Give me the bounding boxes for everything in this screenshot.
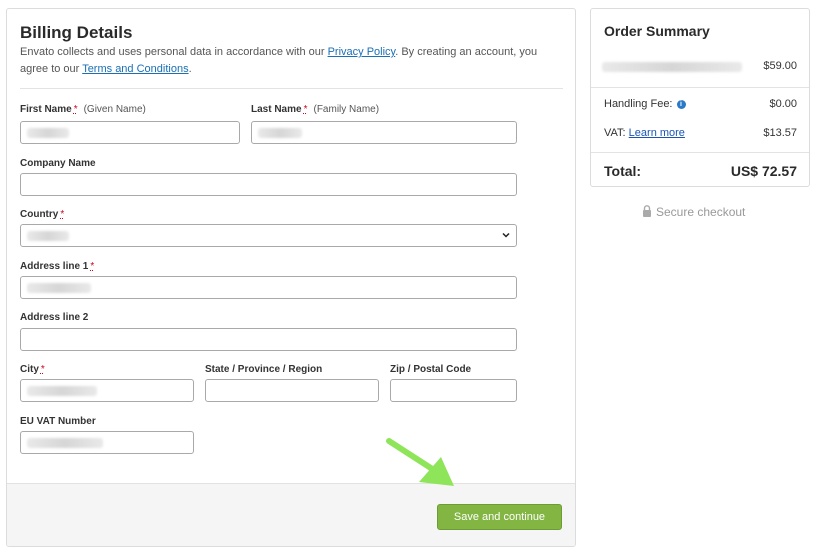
form-footer: Save and continue bbox=[7, 483, 575, 546]
billing-details-panel: Billing Details Envato collects and uses… bbox=[6, 8, 576, 547]
arrow-pointer-icon bbox=[386, 438, 454, 486]
divider bbox=[591, 152, 809, 153]
required-marker: * bbox=[303, 104, 308, 115]
zip-label: Zip / Postal Code bbox=[390, 364, 471, 375]
vat-label: VAT: bbox=[604, 127, 626, 139]
address-line-2-label-text: Address line 2 bbox=[20, 312, 89, 323]
handling-fee-label: Handling Fee: bbox=[604, 98, 673, 110]
secure-checkout-label: Secure checkout bbox=[656, 205, 746, 219]
save-and-continue-button[interactable]: Save and continue bbox=[437, 504, 562, 530]
vat-row: VAT: Learn more $13.57 bbox=[604, 127, 797, 139]
city-label: City * bbox=[20, 364, 45, 375]
privacy-notice: Envato collects and uses personal data i… bbox=[20, 44, 565, 78]
last-name-hint: (Family Name) bbox=[313, 104, 380, 115]
company-name-label: Company Name bbox=[20, 158, 96, 169]
secure-checkout-note: Secure checkout bbox=[642, 205, 745, 219]
redacted-item-name bbox=[602, 62, 742, 72]
info-icon[interactable]: i bbox=[676, 100, 686, 109]
required-marker: * bbox=[60, 209, 65, 220]
billing-title: Billing Details bbox=[20, 23, 133, 42]
divider bbox=[20, 88, 563, 89]
first-name-hint: (Given Name) bbox=[83, 104, 146, 115]
total-row: Total: US$ 72.57 bbox=[604, 163, 797, 179]
order-summary-title: Order Summary bbox=[604, 23, 710, 39]
redacted-value bbox=[258, 128, 302, 138]
item-price: $59.00 bbox=[763, 60, 797, 72]
total-value: US$ 72.57 bbox=[730, 163, 797, 179]
privacy-policy-link[interactable]: Privacy Policy bbox=[328, 46, 396, 58]
eu-vat-input[interactable] bbox=[20, 431, 194, 454]
state-label-text: State / Province / Region bbox=[205, 364, 323, 375]
address-line-2-input[interactable] bbox=[20, 328, 517, 351]
first-name-input[interactable] bbox=[20, 121, 240, 144]
last-name-input[interactable] bbox=[251, 121, 517, 144]
eu-vat-label: EU VAT Number bbox=[20, 416, 96, 427]
handling-fee-value: $0.00 bbox=[769, 98, 797, 110]
address-line-2-label: Address line 2 bbox=[20, 312, 88, 323]
state-label: State / Province / Region bbox=[205, 364, 322, 375]
zip-input[interactable] bbox=[390, 379, 517, 402]
redacted-value bbox=[27, 283, 91, 293]
order-summary-panel: Order Summary $59.00 Handling Fee: i $0.0… bbox=[590, 8, 810, 187]
address-line-1-label: Address line 1 * bbox=[20, 261, 94, 272]
required-marker: * bbox=[90, 261, 95, 272]
chevron-down-icon bbox=[502, 232, 510, 238]
zip-label-text: Zip / Postal Code bbox=[390, 364, 472, 375]
eu-vat-label-text: EU VAT Number bbox=[20, 416, 96, 427]
vat-learn-more-link[interactable]: Learn more bbox=[629, 127, 685, 139]
terms-link[interactable]: Terms and Conditions bbox=[82, 63, 188, 75]
city-label-text: City bbox=[20, 364, 39, 375]
country-label: Country * bbox=[20, 209, 64, 220]
vat-value: $13.57 bbox=[763, 127, 797, 139]
first-name-label: First Name * (Given Name) bbox=[20, 104, 146, 115]
country-label-text: Country bbox=[20, 209, 59, 220]
last-name-label-text: Last Name bbox=[251, 104, 302, 115]
handling-fee-row: Handling Fee: i $0.00 bbox=[604, 98, 797, 110]
address-line-1-label-text: Address line 1 bbox=[20, 261, 89, 272]
redacted-value bbox=[27, 231, 69, 241]
privacy-notice-text: Envato collects and uses personal data i… bbox=[20, 46, 328, 58]
divider bbox=[591, 87, 809, 88]
redacted-value bbox=[27, 438, 103, 448]
country-select[interactable] bbox=[20, 224, 517, 247]
privacy-notice-end: . bbox=[188, 63, 192, 75]
total-label: Total: bbox=[604, 163, 642, 179]
company-name-label-text: Company Name bbox=[20, 158, 96, 169]
address-line-1-input[interactable] bbox=[20, 276, 517, 299]
first-name-label-text: First Name bbox=[20, 104, 72, 115]
redacted-value bbox=[27, 386, 97, 396]
last-name-label: Last Name * (Family Name) bbox=[251, 104, 379, 115]
required-marker: * bbox=[73, 104, 78, 115]
city-input[interactable] bbox=[20, 379, 194, 402]
redacted-value bbox=[27, 128, 69, 138]
lock-icon bbox=[643, 205, 651, 217]
state-input[interactable] bbox=[205, 379, 379, 402]
company-name-input[interactable] bbox=[20, 173, 517, 196]
required-marker: * bbox=[40, 364, 45, 375]
